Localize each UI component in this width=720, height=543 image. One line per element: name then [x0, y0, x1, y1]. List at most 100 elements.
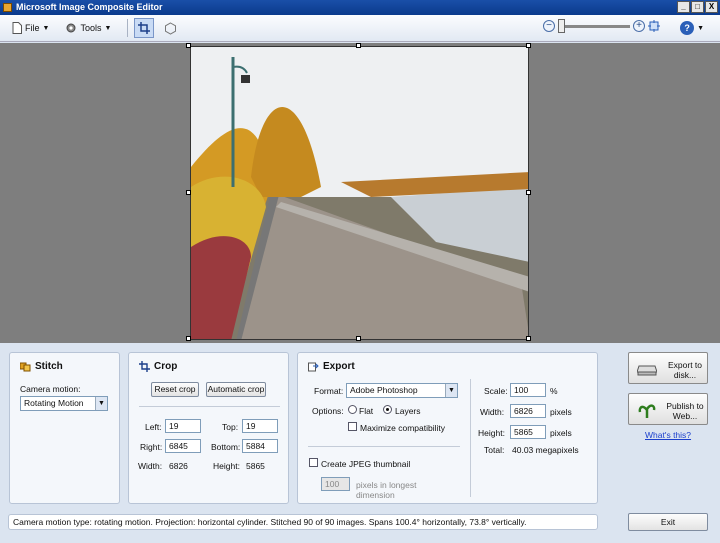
crop-right-input[interactable]: 6845: [165, 439, 201, 453]
format-select[interactable]: Adobe Photoshop ▼: [346, 383, 458, 398]
zoom-out-button[interactable]: −: [543, 20, 555, 32]
export-width-unit: pixels: [550, 407, 572, 417]
export-height-unit: pixels: [550, 428, 572, 438]
crop-handle-bottom[interactable]: [356, 336, 361, 341]
maximize-compatibility-checkbox[interactable]: [348, 422, 357, 431]
status-bar: Camera motion type: rotating motion. Pro…: [8, 514, 598, 530]
crop-bottom-input[interactable]: 5884: [242, 439, 278, 453]
export-width-input[interactable]: 6826: [510, 404, 546, 418]
help-icon: ?: [680, 21, 695, 35]
crop-top-label: Top:: [222, 422, 239, 432]
total-label: Total:: [484, 445, 505, 455]
options-label: Options:: [312, 406, 344, 416]
jpeg-thumbnail-label: Create JPEG thumbnail: [321, 459, 411, 469]
crop-icon: [138, 22, 151, 34]
crop-handle-bottom-right[interactable]: [526, 336, 531, 341]
maximize-compatibility-label: Maximize compatibility: [360, 423, 446, 433]
crop-left-input[interactable]: 19: [165, 419, 201, 433]
crop-title: Crop: [139, 361, 177, 372]
camera-motion-select[interactable]: Rotating Motion ▼: [20, 396, 108, 411]
rotate-3d-icon: [164, 21, 176, 35]
fit-to-window-icon[interactable]: [648, 20, 660, 32]
crop-bottom-label: Bottom:: [211, 442, 241, 452]
export-title-text: Export: [323, 361, 355, 372]
crop-handle-right[interactable]: [526, 190, 531, 195]
rotate-tool-button[interactable]: [160, 18, 180, 38]
close-button[interactable]: X: [705, 1, 718, 13]
export-to-disk-button[interactable]: Export to disk...: [628, 352, 708, 384]
zoom-slider-thumb[interactable]: [558, 18, 565, 33]
automatic-crop-button[interactable]: Automatic crop: [206, 382, 266, 397]
exit-button[interactable]: Exit: [628, 513, 708, 531]
crop-width-label: Width:: [138, 461, 163, 471]
export-icon: [308, 362, 319, 372]
crop-left-label: Left:: [145, 422, 162, 432]
stitch-title: Stitch: [20, 361, 63, 372]
plant-icon: [638, 404, 656, 418]
crop-handle-top-right[interactable]: [526, 43, 531, 48]
toolbar: File ▼ Tools ▼ − + ? ▼: [0, 15, 720, 42]
zoom-slider[interactable]: [558, 18, 630, 33]
maximize-button[interactable]: □: [691, 1, 704, 13]
title-bar: Microsoft Image Composite Editor _ □ X: [0, 0, 720, 15]
panorama-image[interactable]: [190, 46, 529, 340]
stitch-panel: Stitch Camera motion: Rotating Motion ▼: [9, 352, 120, 504]
export-to-disk-label: Export to disk...: [667, 360, 703, 380]
tools-menu[interactable]: Tools ▼: [65, 22, 111, 34]
flat-label: Flat: [359, 406, 374, 416]
crop-right-label: Right:: [140, 442, 163, 452]
scale-input[interactable]: 100: [510, 383, 546, 397]
chevron-down-icon: ▼: [445, 384, 457, 397]
export-panel: Export Format: Adobe Photoshop ▼ Options…: [297, 352, 598, 504]
export-title: Export: [308, 361, 355, 372]
camera-motion-value: Rotating Motion: [24, 398, 84, 408]
chevron-down-icon: ▼: [104, 24, 112, 32]
whats-this-link[interactable]: What's this?: [645, 430, 691, 440]
chevron-down-icon: ▼: [42, 24, 50, 32]
tools-menu-label: Tools: [80, 23, 102, 33]
export-vertical-divider: [470, 379, 471, 497]
reset-crop-button[interactable]: Reset crop: [151, 382, 199, 397]
zoom-control: − +: [543, 18, 660, 33]
crop-handle-bottom-left[interactable]: [186, 336, 191, 341]
layers-radio[interactable]: [383, 405, 392, 414]
document-icon: [12, 22, 22, 34]
help-menu[interactable]: ? ▼: [680, 21, 704, 35]
camera-motion-label: Camera motion:: [20, 384, 81, 394]
stitch-icon: [20, 362, 31, 372]
crop-panel: Crop Reset crop Automatic crop Left: 19 …: [128, 352, 289, 504]
scale-label: Scale:: [484, 386, 508, 396]
publish-to-web-label: Publish to Web...: [666, 401, 704, 421]
jpeg-thumbnail-checkbox[interactable]: [309, 458, 318, 467]
export-height-label: Height:: [478, 428, 505, 438]
layers-label: Layers: [395, 406, 421, 416]
panorama-picture: [191, 47, 528, 339]
crop-divider: [139, 406, 280, 407]
thumbnail-size-input[interactable]: 100: [321, 477, 350, 491]
publish-to-web-button[interactable]: Publish to Web...: [628, 393, 708, 425]
file-menu[interactable]: File ▼: [12, 22, 49, 34]
app-icon: [3, 3, 12, 12]
crop-tool-button[interactable]: [134, 18, 155, 38]
crop-height-value: 5865: [246, 461, 265, 471]
image-canvas[interactable]: [0, 43, 720, 343]
gear-icon: [66, 23, 76, 33]
export-height-input[interactable]: 5865: [510, 425, 546, 439]
flat-radio[interactable]: [348, 405, 357, 414]
crop-handle-left[interactable]: [186, 190, 191, 195]
total-value: 40.03 megapixels: [512, 445, 579, 455]
crop-top-input[interactable]: 19: [242, 419, 278, 433]
scale-unit: %: [550, 386, 558, 396]
export-width-label: Width:: [480, 407, 505, 417]
format-value: Adobe Photoshop: [350, 385, 418, 395]
minimize-button[interactable]: _: [677, 1, 690, 13]
crop-icon: [139, 361, 150, 372]
stitch-title-text: Stitch: [35, 361, 63, 372]
crop-handle-top-left[interactable]: [186, 43, 191, 48]
crop-handle-top[interactable]: [356, 43, 361, 48]
crop-height-label: Height:: [213, 461, 240, 471]
zoom-in-button[interactable]: +: [633, 20, 645, 32]
thumbnail-size-suffix: pixels in longest dimension: [356, 480, 417, 500]
window-controls: _ □ X: [677, 1, 718, 13]
chevron-down-icon: ▼: [697, 24, 704, 32]
